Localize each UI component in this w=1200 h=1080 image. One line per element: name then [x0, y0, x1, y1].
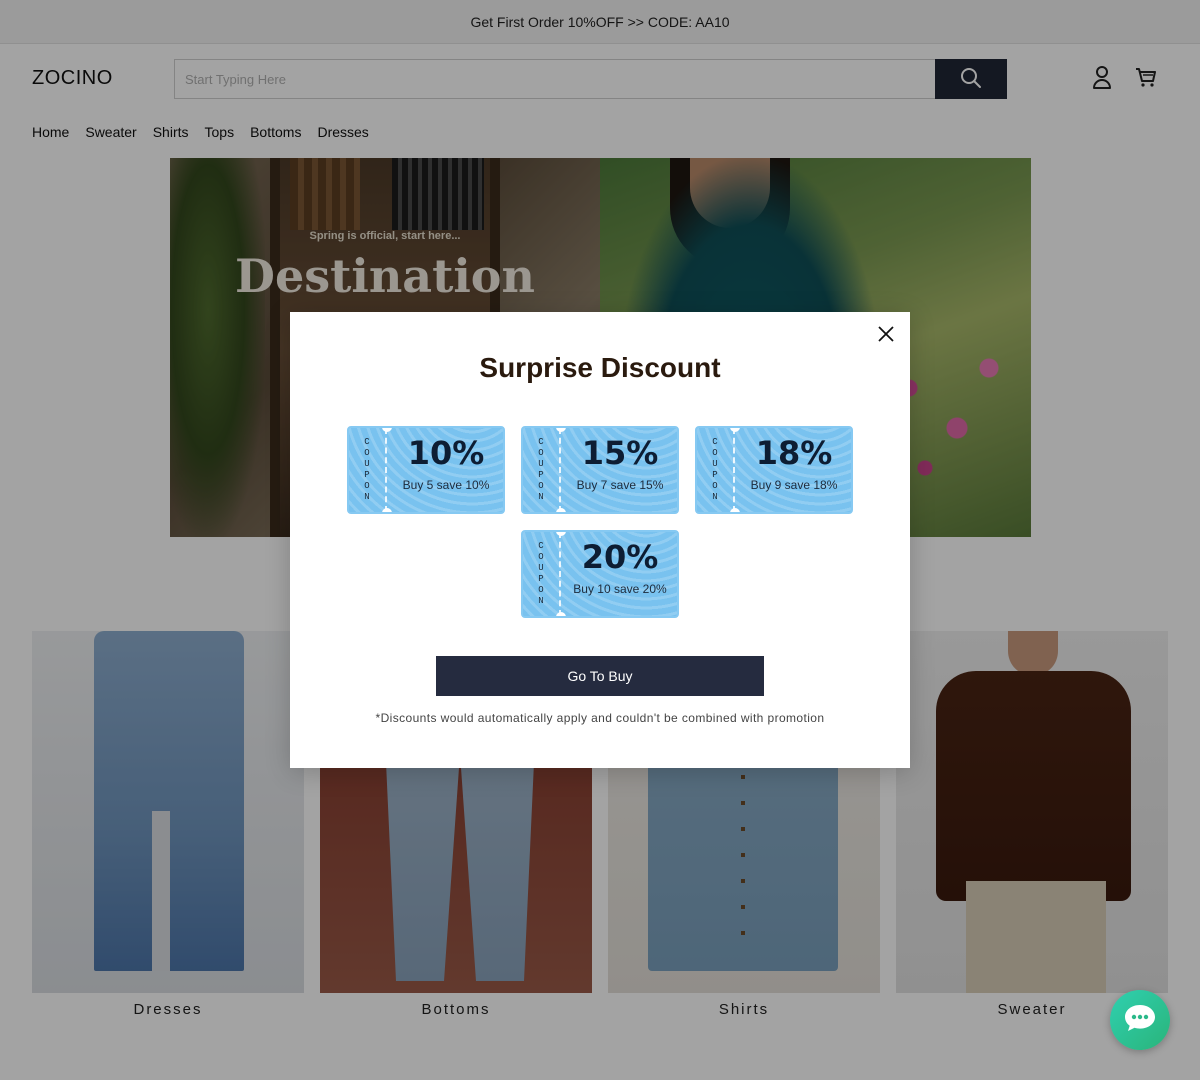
coupon-description: Buy 10 save 20% — [573, 582, 667, 596]
coupon-stub: COUPON — [523, 428, 561, 512]
discount-modal: Surprise Discount COUPON 10% Buy 5 save … — [290, 312, 910, 768]
coupon-percent: 10% — [407, 434, 485, 472]
coupon-stub-label: COUPON — [362, 437, 372, 503]
coupon-description: Buy 5 save 10% — [402, 478, 490, 492]
chat-icon — [1123, 1003, 1157, 1038]
coupon-description: Buy 7 save 15% — [576, 478, 664, 492]
chat-button[interactable] — [1110, 990, 1170, 1050]
discount-note: *Discounts would automatically apply and… — [375, 711, 825, 725]
modal-title: Surprise Discount — [479, 352, 721, 383]
coupon-percent: 18% — [755, 434, 833, 472]
coupon-stub: COUPON — [349, 428, 387, 512]
coupon-stub: COUPON — [523, 532, 561, 616]
close-button[interactable] — [874, 324, 898, 348]
close-icon — [877, 325, 895, 348]
coupon-18[interactable]: COUPON 18% Buy 9 save 18% — [695, 426, 853, 514]
coupon-percent: 15% — [581, 434, 659, 472]
coupon-stub-label: COUPON — [710, 437, 720, 503]
coupon-10[interactable]: COUPON 10% Buy 5 save 10% — [347, 426, 505, 514]
coupon-percent: 20% — [581, 538, 659, 576]
coupon-stub: COUPON — [697, 428, 735, 512]
go-to-buy-button[interactable]: Go To Buy — [436, 656, 764, 696]
coupon-stub-label: COUPON — [536, 541, 546, 607]
coupon-15[interactable]: COUPON 15% Buy 7 save 15% — [521, 426, 679, 514]
coupon-stub-label: COUPON — [536, 437, 546, 503]
coupon-20[interactable]: COUPON 20% Buy 10 save 20% — [521, 530, 679, 618]
coupon-description: Buy 9 save 18% — [750, 478, 838, 492]
